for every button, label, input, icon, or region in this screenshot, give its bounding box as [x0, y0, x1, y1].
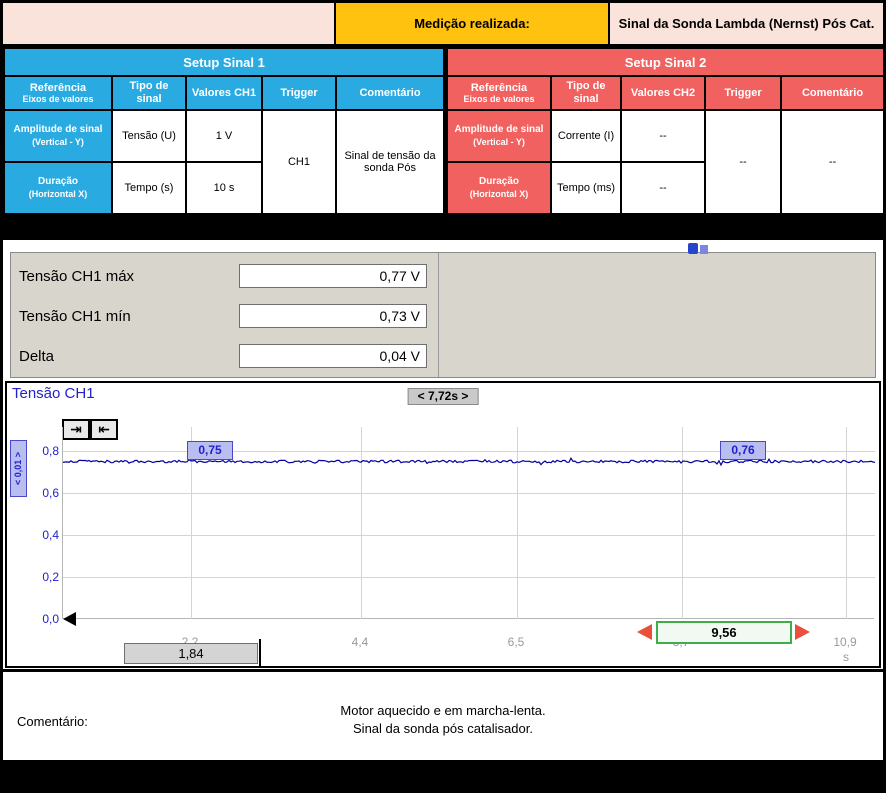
measurement-label-delta: Delta: [19, 348, 54, 365]
setup2-dur-valor: --: [621, 162, 705, 214]
setup1-col-referencia-l1: Referência: [6, 82, 110, 95]
measurement-value-delta[interactable]: 0,04 V: [239, 344, 427, 368]
setup2-row-amplitude: Amplitude de sinal (Vertical - Y): [447, 110, 551, 162]
setup1-col-referencia: Referência Eixos de valores: [4, 76, 112, 110]
comment-line-1: Motor aquecido e em marcha-lenta.: [3, 702, 883, 720]
y-tick-2: 0,6: [29, 486, 59, 500]
setup2-amp-valor: --: [621, 110, 705, 162]
measurement-label-min: Tensão CH1 mín: [19, 308, 131, 325]
cursor-tick-line: [259, 639, 261, 666]
setup1-dur-l1: Duração: [6, 176, 110, 189]
app-window: Medição realizada: Sinal da Sonda Lambda…: [0, 0, 886, 793]
setup1-col-comentario: Comentário: [336, 76, 444, 110]
setup2-col-trigger: Trigger: [705, 76, 781, 110]
partial-logo-icon: [688, 243, 712, 254]
x-unit-label: s: [843, 650, 849, 664]
cursor-arrow-right-icon[interactable]: [795, 624, 810, 640]
setup2-col-referencia: Referência Eixos de valores: [447, 76, 551, 110]
y-tick-4: 0,2: [29, 570, 59, 584]
y-scale-box[interactable]: < 0,01 >: [10, 440, 27, 497]
setup1-dur-valor: 10 s: [186, 162, 262, 214]
setup1-amp-tipo: Tensão (U): [112, 110, 186, 162]
header-blank-cell: [3, 3, 334, 44]
chart-panel: Tensão CH1 < 7,72s > ⇥ ⇤ < 0,01 > 0,8 0,…: [5, 381, 881, 668]
setup2-col-comentario: Comentário: [781, 76, 884, 110]
x-tick-3: 6,5: [494, 635, 538, 649]
cursor-time-right[interactable]: 9,56: [656, 621, 792, 644]
setup2-col-referencia-l2: Eixos de valores: [449, 94, 549, 104]
setup2-dur-tipo: Tempo (ms): [551, 162, 621, 214]
measured-label: Medição realizada:: [414, 16, 530, 31]
y-tick-3: 0,4: [29, 528, 59, 542]
setup2-amp-l1: Amplitude de sinal: [449, 124, 549, 137]
setup1-title: Setup Sinal 1: [4, 48, 444, 76]
panel-divider: [438, 253, 439, 377]
measured-value: Sinal da Sonda Lambda (Nernst) Pós Cat.: [619, 16, 875, 31]
measurement-value-min[interactable]: 0,73 V: [239, 304, 427, 328]
y-tick-5: 0,0: [29, 612, 59, 626]
chart-title: Tensão CH1: [12, 385, 95, 402]
setup2-title: Setup Sinal 2: [447, 48, 884, 76]
y-tick-1: 0,8: [29, 444, 59, 458]
measurements-panel: Tensão CH1 máx 0,77 V Tensão CH1 mín 0,7…: [10, 252, 876, 378]
comment-text: Motor aquecido e em marcha-lenta. Sinal …: [3, 702, 883, 738]
setup2-amp-tipo: Corrente (I): [551, 110, 621, 162]
zero-level-marker-icon[interactable]: [63, 612, 76, 626]
setup1-col-trigger: Trigger: [262, 76, 336, 110]
setup2-dur-l2: (Horizontal X): [449, 189, 549, 200]
setup1-dur-l2: (Horizontal X): [6, 189, 110, 200]
setup1-col-tipo-l1: Tipo de: [114, 80, 184, 93]
setup2-row-duracao: Duração (Horizontal X): [447, 162, 551, 214]
setup2-col-valores: Valores CH2: [621, 76, 705, 110]
measurement-value-max[interactable]: 0,77 V: [239, 264, 427, 288]
setup1-col-referencia-l2: Eixos de valores: [6, 94, 110, 104]
value-marker-left[interactable]: 0,75: [187, 441, 233, 460]
time-span-box[interactable]: < 7,72s >: [408, 388, 479, 405]
setup1-trigger-value: CH1: [262, 110, 336, 214]
measured-label-cell: Medição realizada:: [336, 3, 608, 44]
x-tick-5: 10,9: [823, 635, 867, 649]
value-marker-right[interactable]: 0,76: [720, 441, 766, 460]
setup2-dur-l1: Duração: [449, 176, 549, 189]
setup1-comment-value: Sinal de tensão da sonda Pós: [336, 110, 444, 214]
setup1-row-duracao: Duração (Horizontal X): [4, 162, 112, 214]
setup2-col-tipo-l1: Tipo de: [553, 80, 619, 93]
setup2-amp-l2: (Vertical - Y): [449, 137, 549, 148]
cursor-time-left[interactable]: 1,84: [124, 643, 258, 664]
comment-section: Comentário: Motor aquecido e em marcha-l…: [3, 672, 883, 760]
setup1-amp-valor: 1 V: [186, 110, 262, 162]
setup1-amp-l2: (Vertical - Y): [6, 137, 110, 148]
setup1-col-tipo-l2: sinal: [114, 93, 184, 106]
setup-signal-1-table: Setup Sinal 1 Referência Eixos de valore…: [3, 47, 445, 215]
measurement-row-min: Tensão CH1 mín 0,73 V: [11, 304, 431, 330]
comment-line-2: Sinal da sonda pós catalisador.: [3, 720, 883, 738]
setup2-col-tipo-l2: sinal: [553, 93, 619, 106]
measurement-row-max: Tensão CH1 máx 0,77 V: [11, 264, 431, 290]
setup2-trigger-value: --: [705, 110, 781, 214]
setup-signal-2-table: Setup Sinal 2 Referência Eixos de valore…: [446, 47, 885, 215]
cursor-arrow-left-icon[interactable]: [637, 624, 652, 640]
setup2-col-referencia-l1: Referência: [449, 82, 549, 95]
setup1-col-valores: Valores CH1: [186, 76, 262, 110]
setup1-col-tipo: Tipo de sinal: [112, 76, 186, 110]
measured-value-cell: Sinal da Sonda Lambda (Nernst) Pós Cat.: [610, 3, 883, 44]
setup2-comment-value: --: [781, 110, 884, 214]
measurement-row-delta: Delta 0,04 V: [11, 344, 431, 370]
setup2-col-tipo: Tipo de sinal: [551, 76, 621, 110]
measurement-label-max: Tensão CH1 máx: [19, 268, 134, 285]
x-tick-2: 4,4: [338, 635, 382, 649]
setup1-row-amplitude: Amplitude de sinal (Vertical - Y): [4, 110, 112, 162]
setup1-amp-l1: Amplitude de sinal: [6, 124, 110, 137]
setup1-dur-tipo: Tempo (s): [112, 162, 186, 214]
